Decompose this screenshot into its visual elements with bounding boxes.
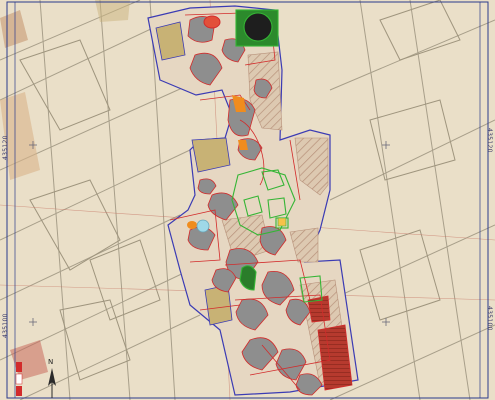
site-plan-svg xyxy=(0,0,495,400)
frame-label-left-lower: 435100 xyxy=(2,313,9,338)
frame-label-right-lower: 435100 xyxy=(486,306,493,331)
frame-label-right-upper: 435120 xyxy=(486,128,493,153)
north-label: N xyxy=(48,358,54,366)
scale-bar xyxy=(15,362,23,396)
frame-label-left-upper: 435120 xyxy=(2,135,9,160)
cyan-marker xyxy=(196,219,210,233)
map-canvas: 435120 435120 435100 435100 N xyxy=(0,0,495,400)
